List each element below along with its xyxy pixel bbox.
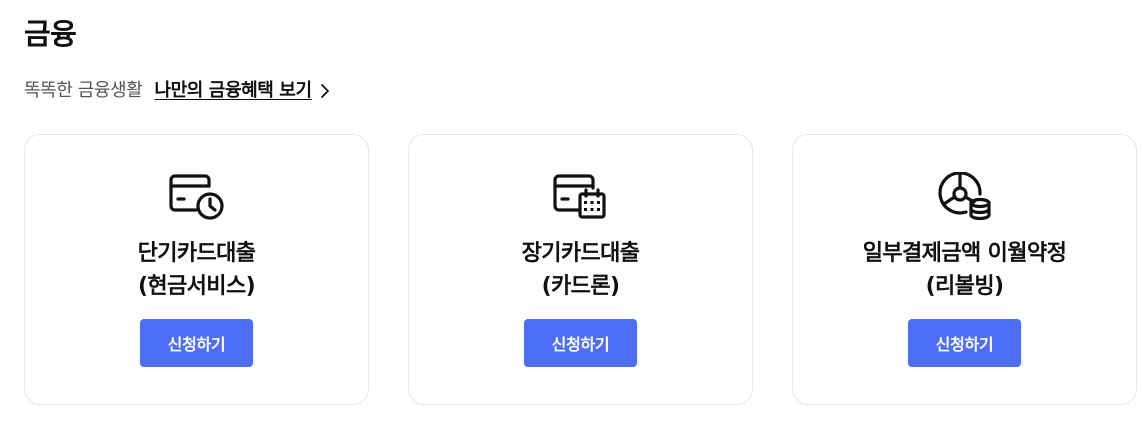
card-long-term-loan: 장기카드대출 (카드론) 신청하기: [408, 134, 753, 405]
finance-subline: 똑똑한 금융생활 나만의 금융혜택 보기: [24, 78, 332, 104]
subline-description: 똑똑한 금융생활: [24, 80, 143, 101]
card-title-line2: (현금서비스): [137, 274, 256, 299]
card-title: 단기카드대출 (현금서비스): [138, 237, 256, 303]
finance-section: 금융 똑똑한 금융생활 나만의 금융혜택 보기 단기카드대출 (현금서비스) 신…: [0, 0, 1143, 443]
apply-button[interactable]: 신청하기: [908, 319, 1021, 367]
card-calendar-icon: [552, 172, 610, 224]
card-title-line1: 단기카드대출: [137, 241, 256, 266]
section-title: 금융: [24, 17, 77, 51]
card-revolving: 일부결제금액 이월약정 (리볼빙) 신청하기: [792, 134, 1137, 405]
card-title-line1: 장기카드대출: [521, 241, 640, 266]
card-title-line2: (카드론): [541, 274, 620, 299]
card-title-line2: (리볼빙): [925, 274, 1004, 299]
card-title: 일부결제금액 이월약정 (리볼빙): [862, 237, 1067, 303]
card-title: 장기카드대출 (카드론): [522, 237, 640, 303]
my-benefits-link[interactable]: 나만의 금융혜택 보기: [154, 78, 312, 104]
pie-chart-coins-icon: [936, 172, 994, 224]
apply-button[interactable]: 신청하기: [524, 319, 637, 367]
service-cards: 단기카드대출 (현금서비스) 신청하기 장기카드대출 (카드론) 신청하기 일부…: [24, 134, 1137, 405]
apply-button[interactable]: 신청하기: [140, 319, 253, 367]
chevron-right-icon[interactable]: [318, 84, 332, 98]
card-short-term-loan: 단기카드대출 (현금서비스) 신청하기: [24, 134, 369, 405]
card-clock-icon: [168, 172, 226, 224]
card-title-line1: 일부결제금액 이월약정: [862, 241, 1067, 266]
